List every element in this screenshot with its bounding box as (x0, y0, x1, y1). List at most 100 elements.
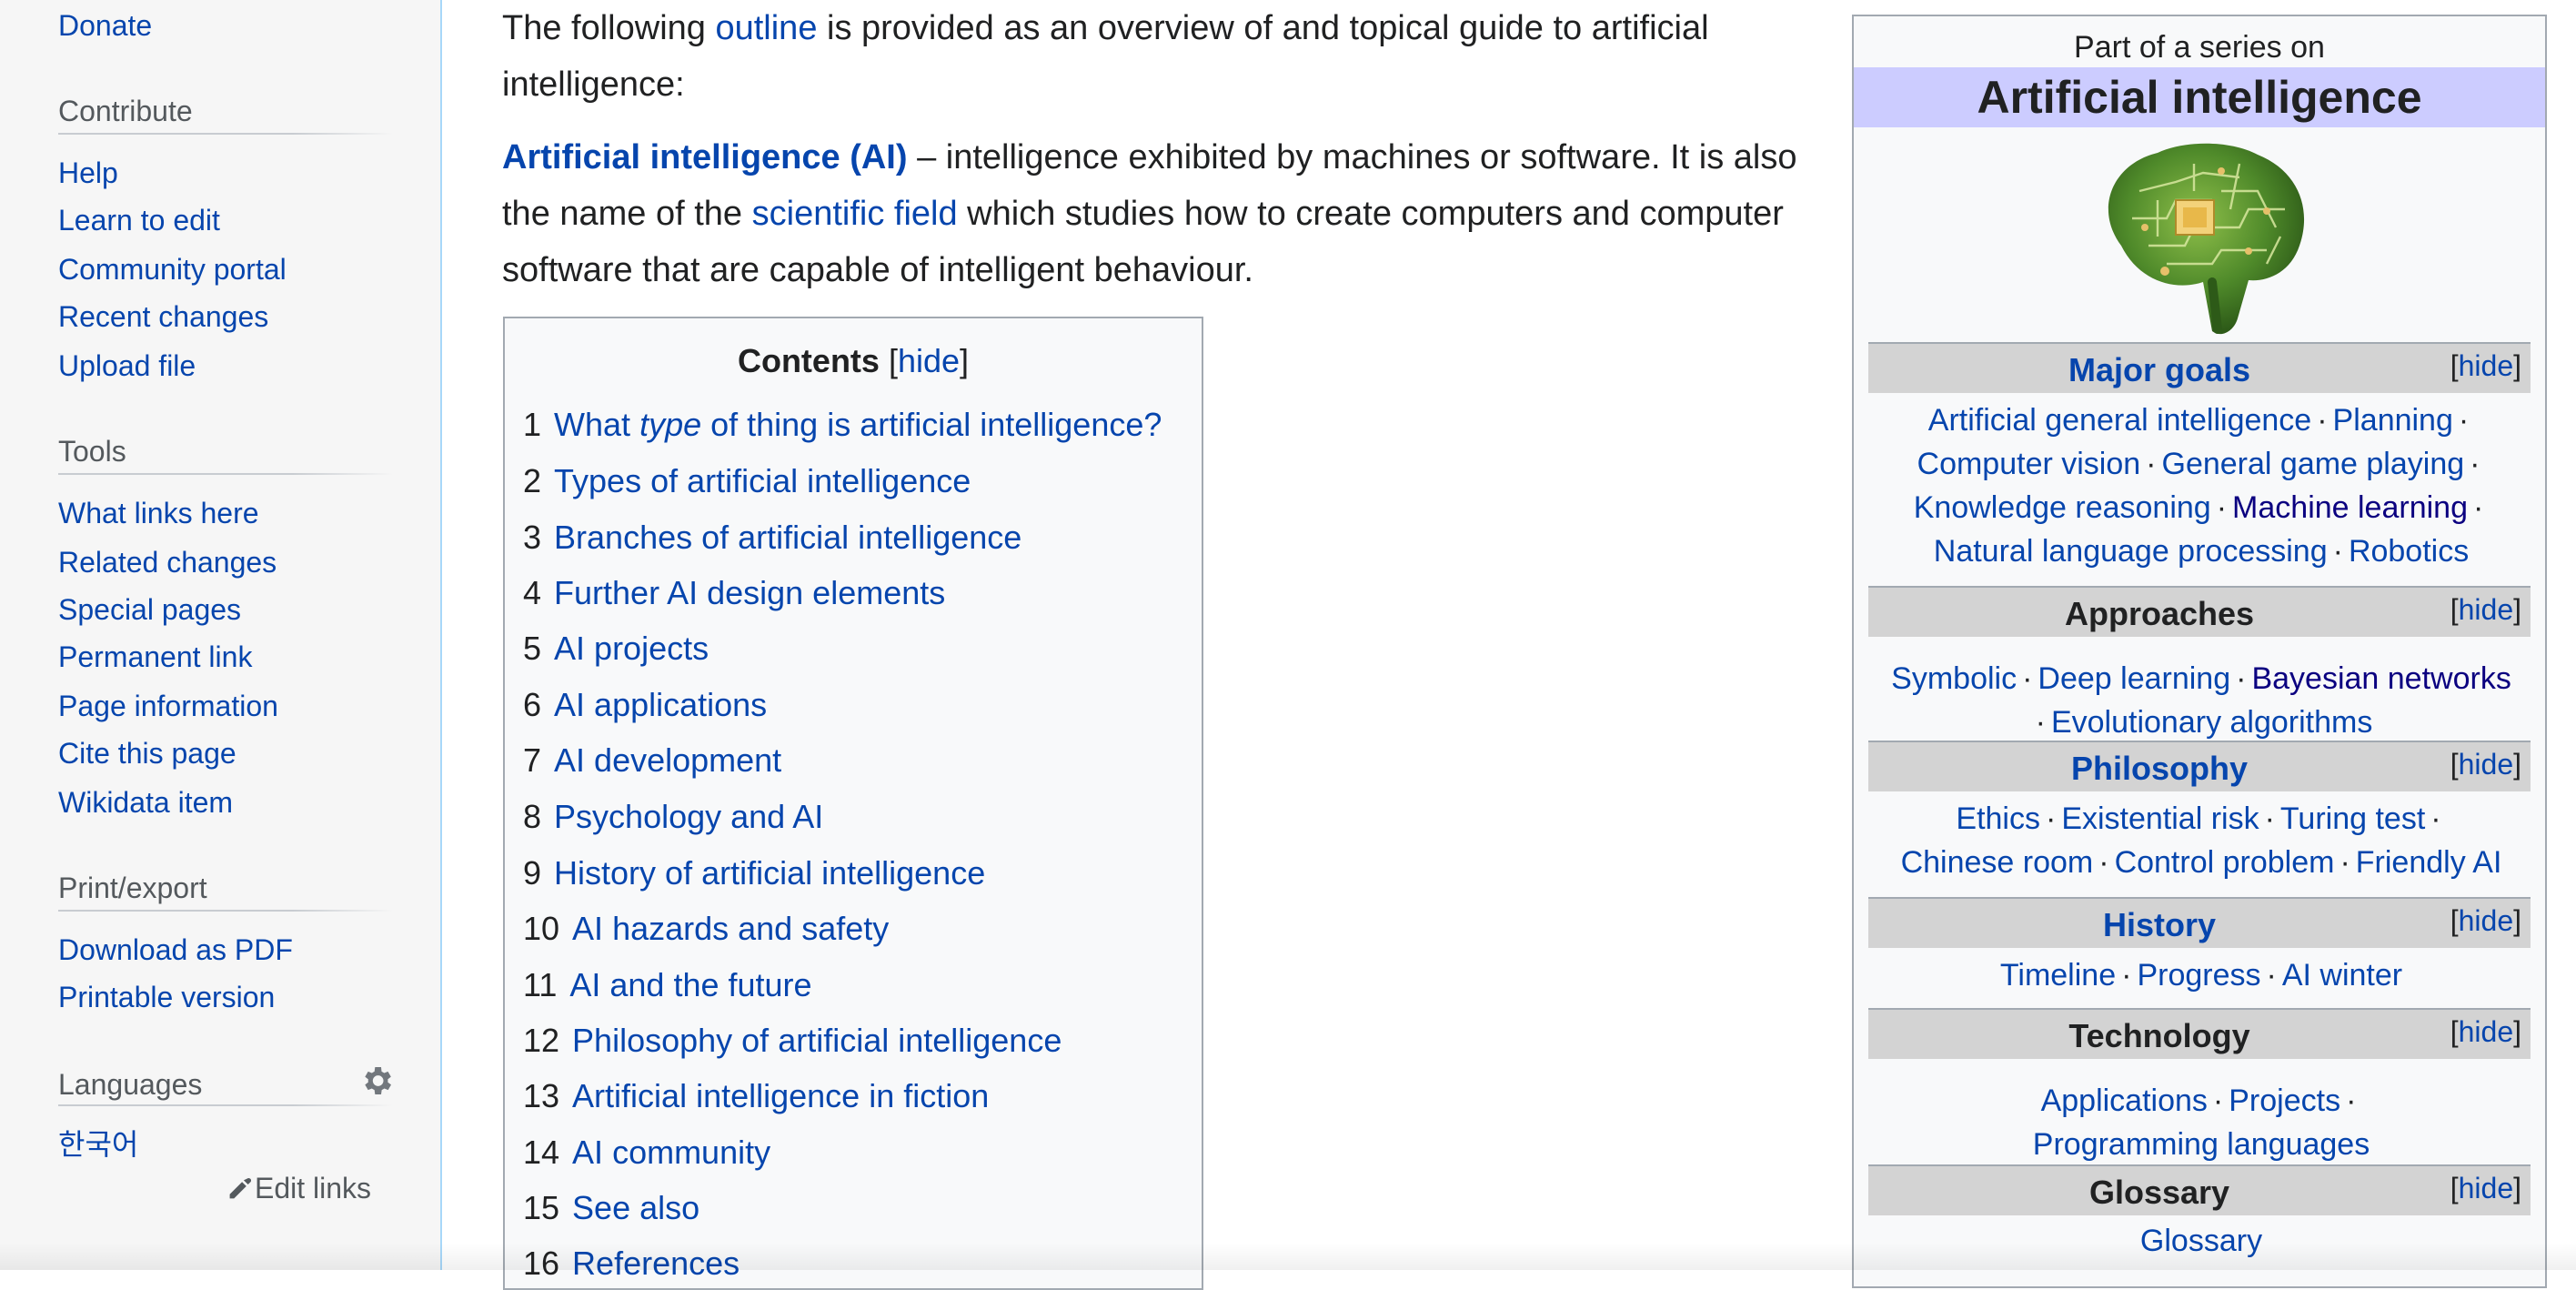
infobox-above: Part of a series on (2074, 30, 2325, 65)
infobox-title: Artificial intelligence (1854, 67, 2545, 127)
sidebar-link-wikidata-item[interactable]: Wikidata item (58, 784, 233, 821)
toc-item[interactable]: 13 Artificial intelligence in fiction (523, 1075, 989, 1117)
sidebar-link-download-pdf[interactable]: Download as PDF (58, 932, 293, 968)
toc-item[interactable]: 2 Types of artificial intelligence (523, 460, 971, 502)
section-header-philosophy: Philosophy [hide] (1868, 741, 2531, 791)
list-item-link[interactable]: Friendly AI (2356, 845, 2502, 880)
definition-paragraph: Artificial intelligence (AI) – intellige… (502, 138, 1797, 289)
sidebar-link-cite-this-page[interactable]: Cite this page (58, 735, 236, 771)
sidebar: Donate Contribute Help Learn to edit Com… (0, 0, 442, 1270)
toc-item[interactable]: 1 What type of thing is artificial intell… (523, 404, 1162, 446)
toc-item[interactable]: 15 See also (523, 1187, 699, 1229)
toc-item[interactable]: 3 Branches of artificial intelligence (523, 517, 1021, 559)
toc-item[interactable]: 6 AI applications (523, 684, 767, 726)
scientific-field-link[interactable]: scientific field (752, 195, 958, 233)
toc-item[interactable]: 8 Psychology and AI (523, 796, 823, 838)
toc-item[interactable]: 14 AI community (523, 1132, 770, 1174)
hide-toggle[interactable]: [hide] (2450, 1013, 2521, 1050)
divider (58, 910, 393, 912)
section-header-glossary: Glossary [hide] (1868, 1164, 2531, 1215)
toc-item[interactable]: 10 AI hazards and safety (523, 908, 889, 950)
list-item-link[interactable]: Bayesian networks (2251, 661, 2511, 696)
list-item-link[interactable]: Timeline (2000, 958, 2116, 993)
brain-image[interactable] (2085, 136, 2318, 346)
hide-toggle[interactable]: [hide] (2450, 591, 2521, 628)
hide-toggle[interactable]: [hide] (2450, 902, 2521, 939)
list-item-link[interactable]: Control problem (2115, 845, 2335, 880)
sidebar-link-upload-file[interactable]: Upload file (58, 348, 196, 384)
list-item-link[interactable]: Machine learning (2232, 490, 2468, 525)
toc-hide-link[interactable]: hide (898, 342, 960, 379)
section-header-technology: Technology [hide] (1868, 1008, 2531, 1059)
infobox-list-line: Chinese room · Control problem · Friendly AI (1900, 845, 2502, 880)
toc-item[interactable]: 12 Philosophy of artificial intelligence (523, 1020, 1062, 1062)
section-header-major-goals: Major goals [hide] (1868, 342, 2531, 393)
list-item-link[interactable]: Artificial general intelligence (1928, 403, 2311, 438)
list-item-link[interactable]: Programming languages (2033, 1127, 2370, 1162)
list-item-link[interactable]: Deep learning (2038, 661, 2230, 696)
sidebar-link-what-links-here[interactable]: What links here (58, 495, 259, 531)
sidebar-heading-languages[interactable]: Languages (58, 1066, 202, 1103)
sidebar-link-community-portal[interactable]: Community portal (58, 251, 287, 287)
sidebar-heading-print-export[interactable]: Print/export (58, 870, 207, 906)
infobox-list-line: Knowledge reasoning · Machine learning · (1913, 490, 2484, 525)
list-item-link[interactable]: Turing test (2280, 801, 2425, 836)
list-item-link[interactable]: Natural language processing (1934, 534, 2328, 569)
gear-icon[interactable] (358, 1063, 395, 1099)
list-item-link[interactable]: Projects (2229, 1083, 2340, 1118)
list-item-link[interactable]: Planning (2333, 403, 2453, 438)
outline-link[interactable]: outline (715, 9, 817, 47)
list-item-link[interactable]: Applications (2041, 1083, 2208, 1118)
list-item-link[interactable]: AI winter (2282, 958, 2402, 993)
hide-toggle[interactable]: [hide] (2450, 348, 2521, 384)
infobox-list-line: Artificial general intelligence · Planning… (1927, 403, 2470, 438)
sidebar-link-help[interactable]: Help (58, 155, 118, 191)
series-infobox: Part of a series on Artificial intellige… (1852, 15, 2547, 1288)
edit-links-button[interactable]: Edit links (227, 1170, 371, 1206)
sidebar-link-printable-version[interactable]: Printable version (58, 979, 275, 1015)
list-item-link[interactable]: Existential risk (2061, 801, 2259, 836)
list-item-link[interactable]: Symbolic (1891, 661, 2017, 696)
infobox-list-line: · Evolutionary algorithms (2035, 705, 2373, 740)
sidebar-heading-contribute[interactable]: Contribute (58, 93, 193, 129)
infobox-list-line: Natural language processing · Robotics (1933, 534, 2470, 569)
intro-paragraph: The following outline is provided as an … (502, 9, 1709, 104)
toc-item[interactable]: 9 History of artificial intelligence (523, 852, 985, 894)
list-item-link[interactable]: Computer vision (1917, 447, 2141, 481)
philosophy-link[interactable]: Philosophy (1868, 750, 2450, 788)
major-goals-link[interactable]: Major goals (1868, 351, 2450, 389)
infobox-list-line: Programming languages (1854, 1123, 2549, 1166)
list-item-link[interactable]: General game playing (2162, 447, 2465, 481)
hide-toggle[interactable]: [hide] (2450, 1170, 2521, 1206)
toc-item[interactable]: 11 AI and the future (523, 964, 812, 1006)
list-item-link[interactable]: Progress (2137, 958, 2260, 993)
hide-toggle[interactable]: [hide] (2450, 746, 2521, 782)
list-item-link[interactable]: Ethics (1956, 801, 2040, 836)
sidebar-link-special-pages[interactable]: Special pages (58, 591, 241, 628)
article-title-link[interactable]: Artificial intelligence (AI) (502, 138, 908, 176)
sidebar-link-related-changes[interactable]: Related changes (58, 544, 277, 580)
toc-item[interactable]: 7 AI development (523, 740, 781, 781)
list-item-link[interactable]: Robotics (2349, 534, 2469, 569)
toc-item[interactable]: 4 Further AI design elements (523, 572, 945, 614)
toc-title: Contents [hide] (737, 342, 970, 379)
sidebar-link-donate[interactable]: Donate (58, 7, 152, 44)
table-of-contents: Contents [hide] 1 What type of thing is a… (503, 317, 1203, 1290)
sidebar-link-learn-to-edit[interactable]: Learn to edit (58, 202, 220, 238)
infobox-list-line: Glossary (1854, 1219, 2549, 1263)
divider (58, 473, 393, 475)
list-item-link[interactable]: Chinese room (1901, 845, 2094, 880)
section-header-history: History [hide] (1868, 897, 2531, 948)
sidebar-link-permanent-link[interactable]: Permanent link (58, 639, 252, 675)
toc-item[interactable]: 16 References (523, 1243, 740, 1285)
sidebar-link-language-korean[interactable]: 한국어 (58, 1126, 138, 1163)
list-item-link[interactable]: Evolutionary algorithms (2051, 705, 2372, 740)
list-item-link[interactable]: Knowledge reasoning (1914, 490, 2211, 525)
list-item-link[interactable]: Glossary (2140, 1224, 2262, 1258)
toc-item[interactable]: 5 AI projects (523, 628, 709, 670)
sidebar-link-recent-changes[interactable]: Recent changes (58, 298, 268, 335)
sidebar-link-page-information[interactable]: Page information (58, 688, 278, 724)
sidebar-heading-tools[interactable]: Tools (58, 433, 126, 469)
infobox-list-line: Symbolic · Deep learning · Bayesian networks (1891, 661, 2511, 696)
history-link[interactable]: History (1868, 906, 2450, 944)
